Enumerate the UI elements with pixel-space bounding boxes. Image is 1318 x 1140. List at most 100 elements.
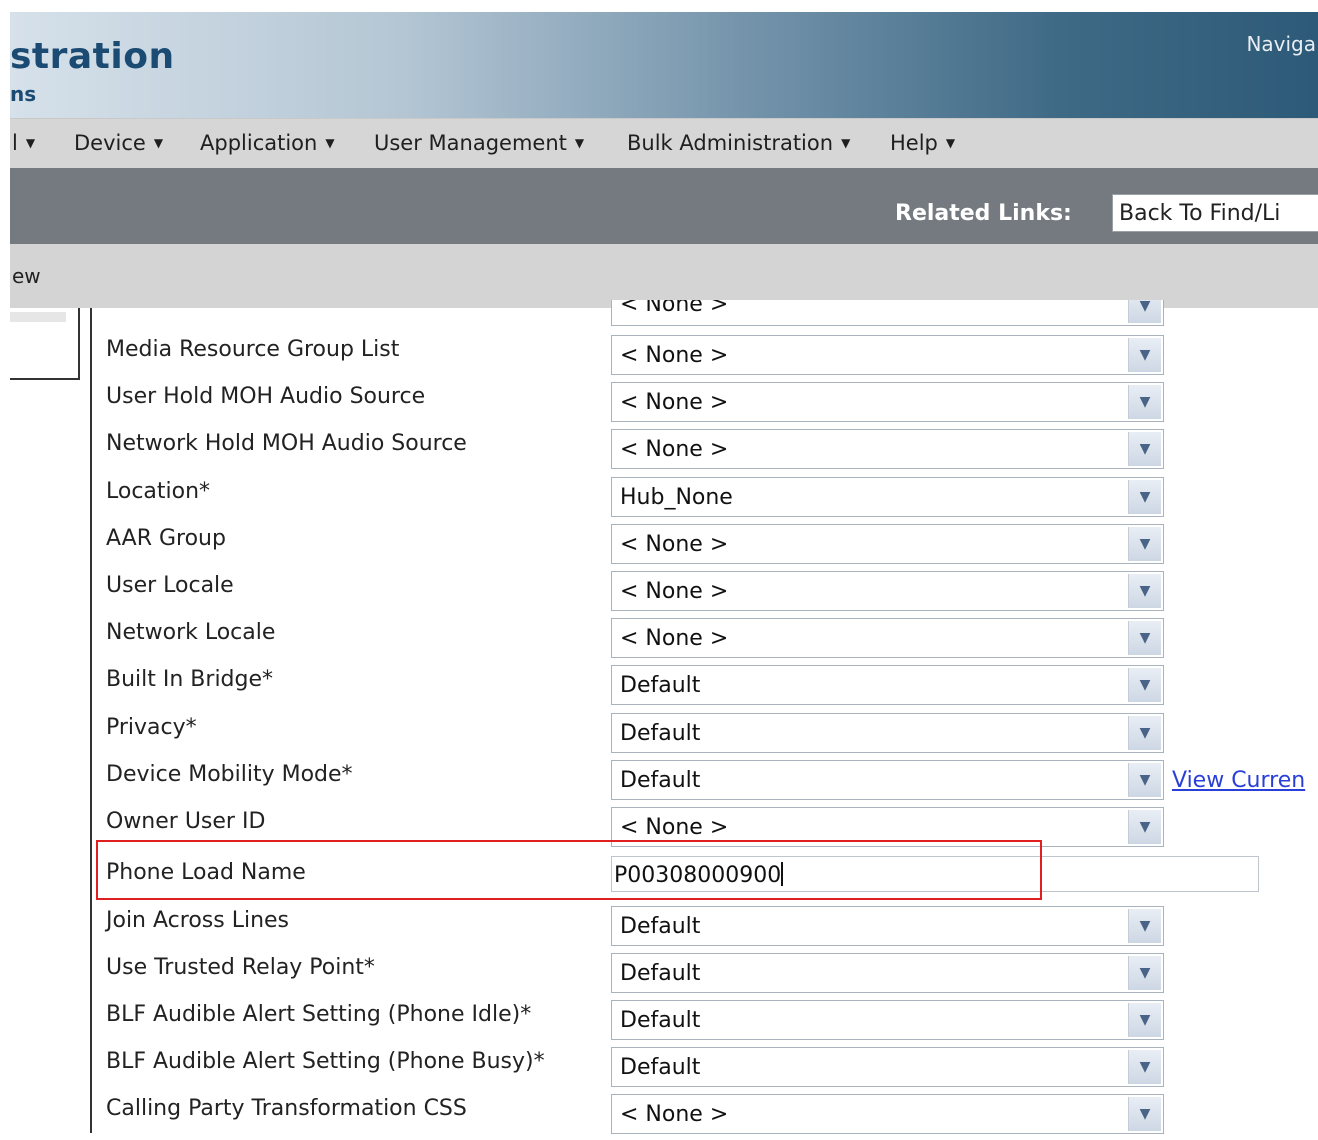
app-title: stration bbox=[10, 36, 175, 77]
form-row: Use Trusted Relay Point* Default ▼ bbox=[106, 953, 1318, 999]
chevron-down-icon[interactable]: ▼ bbox=[1128, 432, 1161, 466]
field-select[interactable]: Default ▼ bbox=[611, 713, 1164, 753]
select-value: Default bbox=[620, 961, 701, 986]
field-select[interactable]: < None > ▼ bbox=[611, 524, 1164, 564]
chevron-down-icon[interactable]: ▼ bbox=[1128, 480, 1161, 514]
field-select[interactable]: Default ▼ bbox=[611, 1000, 1164, 1040]
chevron-down-icon[interactable]: ▼ bbox=[1128, 716, 1161, 750]
menu-partial[interactable]: l ▼ bbox=[12, 131, 35, 155]
chevron-down-icon[interactable]: ▼ bbox=[1128, 763, 1161, 797]
status-band: ew bbox=[10, 244, 1318, 308]
field-label: Join Across Lines bbox=[106, 908, 290, 933]
chevron-down-icon[interactable]: ▼ bbox=[1128, 385, 1161, 419]
field-label: Network Locale bbox=[106, 620, 276, 645]
form-row: User Hold MOH Audio Source < None > ▼ bbox=[106, 382, 1318, 428]
related-links-label: Related Links: bbox=[895, 201, 1072, 226]
chevron-down-icon[interactable]: ▼ bbox=[1128, 909, 1161, 943]
select-value: Default bbox=[620, 1055, 701, 1080]
form-row: Network Locale < None > ▼ bbox=[106, 618, 1318, 664]
field-label: User Hold MOH Audio Source bbox=[106, 384, 426, 409]
view-current-link[interactable]: View Curren bbox=[1172, 768, 1305, 793]
caret-down-icon: ▼ bbox=[574, 136, 585, 150]
select-value: Default bbox=[620, 673, 701, 698]
select-value: Default bbox=[620, 768, 701, 793]
field-select[interactable]: Default ▼ bbox=[611, 1047, 1164, 1087]
menu-application[interactable]: Application ▼ bbox=[200, 131, 335, 155]
form-row: Media Resource Group List < None > ▼ bbox=[106, 335, 1318, 381]
field-label: Calling Party Transformation CSS bbox=[106, 1096, 467, 1121]
menu-label: Help bbox=[890, 131, 938, 155]
chevron-down-icon[interactable]: ▼ bbox=[1128, 300, 1161, 323]
field-label: Device Mobility Mode* bbox=[106, 762, 353, 787]
chevron-down-icon[interactable]: ▼ bbox=[1128, 621, 1161, 655]
chevron-down-icon[interactable]: ▼ bbox=[1128, 338, 1161, 372]
menu-label: Bulk Administration bbox=[627, 131, 834, 155]
select-value: < None > bbox=[620, 815, 729, 840]
field-select[interactable]: < None > ▼ bbox=[611, 618, 1164, 658]
app-subtitle: ns bbox=[10, 82, 37, 106]
chevron-down-icon[interactable]: ▼ bbox=[1128, 1050, 1161, 1084]
select-value: < None > bbox=[620, 390, 729, 415]
menu-label: User Management bbox=[374, 131, 567, 155]
field-label: Privacy* bbox=[106, 715, 197, 740]
field-label: Media Resource Group List bbox=[106, 337, 400, 362]
select-value: Hub_None bbox=[620, 485, 733, 510]
field-label: Use Trusted Relay Point* bbox=[106, 955, 375, 980]
chevron-down-icon[interactable]: ▼ bbox=[1128, 574, 1161, 608]
main-menu-bar: l ▼ Device ▼ Application ▼ User Management ▼… bbox=[10, 118, 1318, 170]
content-left-border bbox=[90, 308, 92, 1133]
form-row: Network Hold MOH Audio Source < None > ▼ bbox=[106, 429, 1318, 475]
form-row: Join Across Lines Default ▼ bbox=[106, 906, 1318, 952]
navigation-label[interactable]: Naviga bbox=[1246, 32, 1316, 56]
related-links-select[interactable]: Back To Find/Li bbox=[1112, 194, 1318, 232]
menu-device[interactable]: Device ▼ bbox=[74, 131, 163, 155]
select-value: < None > bbox=[620, 343, 729, 368]
caret-down-icon: ▼ bbox=[25, 136, 36, 150]
caret-down-icon: ▼ bbox=[153, 136, 164, 150]
select-value: < None > bbox=[620, 532, 729, 557]
field-select[interactable]: Default ▼ bbox=[611, 760, 1164, 800]
app-header: stration ns Naviga bbox=[10, 12, 1318, 118]
highlight-box bbox=[96, 840, 1042, 900]
chevron-down-icon[interactable]: ▼ bbox=[1128, 1097, 1161, 1131]
menu-label: Application bbox=[200, 131, 318, 155]
field-select[interactable]: Default ▼ bbox=[611, 953, 1164, 993]
field-select[interactable]: < None > ▼ bbox=[611, 571, 1164, 611]
field-label: Owner User ID bbox=[106, 809, 266, 834]
menu-bulk-administration[interactable]: Bulk Administration ▼ bbox=[627, 131, 850, 155]
select-value: < None > bbox=[620, 1102, 729, 1127]
field-select[interactable]: Default ▼ bbox=[611, 906, 1164, 946]
field-select[interactable]: < None > ▼ bbox=[611, 382, 1164, 422]
form-row: BLF Audible Alert Setting (Phone Idle)* D… bbox=[106, 1000, 1318, 1046]
field-label: AAR Group bbox=[106, 526, 226, 551]
menu-label: l bbox=[12, 131, 18, 155]
chevron-down-icon[interactable]: ▼ bbox=[1128, 810, 1161, 844]
caret-down-icon: ▼ bbox=[325, 136, 335, 150]
chevron-down-icon[interactable]: ▼ bbox=[1128, 668, 1161, 702]
form-row: BLF Audible Alert Setting (Phone Busy)* D… bbox=[106, 1047, 1318, 1093]
field-select[interactable]: < None > ▼ bbox=[611, 1094, 1164, 1134]
toolbar: Related Links: Back To Find/Li bbox=[10, 168, 1318, 244]
select-value: Default bbox=[620, 914, 701, 939]
window-left-edge bbox=[0, 0, 10, 1133]
field-select[interactable]: Hub_None ▼ bbox=[611, 477, 1164, 517]
field-select[interactable]: < None > ▼ bbox=[611, 335, 1164, 375]
cutoff-select[interactable]: < None > ▼ bbox=[611, 300, 1164, 326]
field-select[interactable]: < None > ▼ bbox=[611, 429, 1164, 469]
menu-label: Device bbox=[74, 131, 146, 155]
form-row: AAR Group < None > ▼ bbox=[106, 524, 1318, 570]
field-label: Built In Bridge* bbox=[106, 667, 274, 692]
field-select[interactable]: Default ▼ bbox=[611, 665, 1164, 705]
band-text: ew bbox=[12, 264, 41, 288]
form-row: Calling Party Transformation CSS < None >… bbox=[106, 1094, 1318, 1140]
chevron-down-icon[interactable]: ▼ bbox=[1128, 956, 1161, 990]
caret-down-icon: ▼ bbox=[945, 136, 956, 150]
field-label: BLF Audible Alert Setting (Phone Idle)* bbox=[106, 1002, 532, 1027]
form-row: Device Mobility Mode* Default ▼ View Curren bbox=[106, 760, 1318, 806]
form-row: User Locale < None > ▼ bbox=[106, 571, 1318, 617]
form-row: Built In Bridge* Default ▼ bbox=[106, 665, 1318, 711]
menu-user-management[interactable]: User Management ▼ bbox=[374, 131, 584, 155]
menu-help[interactable]: Help ▼ bbox=[890, 131, 955, 155]
chevron-down-icon[interactable]: ▼ bbox=[1128, 527, 1161, 561]
chevron-down-icon[interactable]: ▼ bbox=[1128, 1003, 1161, 1037]
